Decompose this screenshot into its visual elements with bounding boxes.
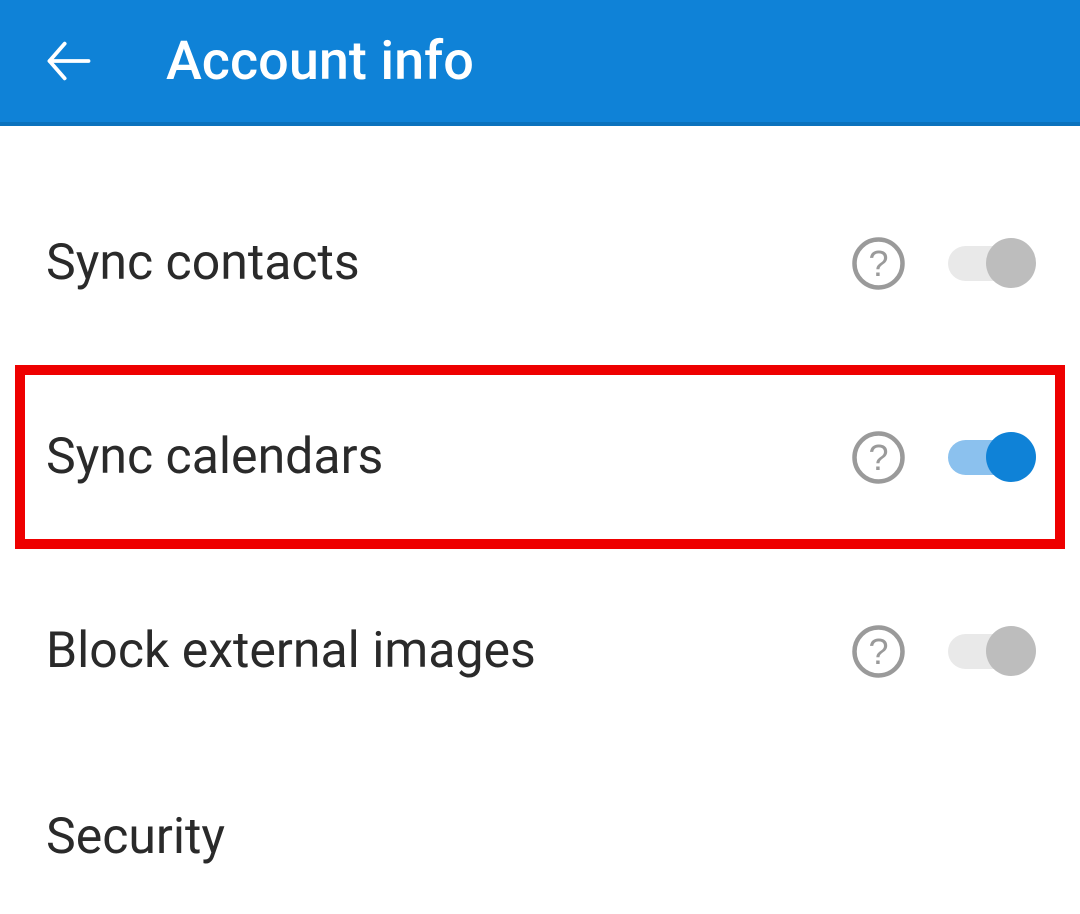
svg-text:?: ? [868,631,888,672]
toggle-knob [986,238,1036,288]
back-button[interactable] [40,32,98,90]
page-title: Account info [166,30,474,93]
setting-label: Sync contacts [46,234,851,292]
settings-list: Sync contacts ? Sync calendars ? Block e… [0,126,1080,914]
section-header-security: Security [0,728,1080,914]
toggle-block-external-images[interactable] [948,625,1036,677]
svg-text:?: ? [868,243,888,284]
help-icon: ? [851,624,906,679]
toggle-knob [986,626,1036,676]
toggle-knob [986,432,1036,482]
section-label: Security [46,808,1036,866]
svg-text:?: ? [868,437,888,478]
app-header: Account info [0,0,1080,126]
setting-row-sync-contacts[interactable]: Sync contacts ? [0,186,1080,340]
arrow-left-icon [43,35,95,87]
setting-row-block-external-images[interactable]: Block external images ? [0,574,1080,728]
setting-label: Sync calendars [46,428,851,486]
setting-row-sync-calendars[interactable]: Sync calendars ? [0,380,1080,534]
help-icon: ? [851,430,906,485]
toggle-sync-calendars[interactable] [948,431,1036,483]
setting-label: Block external images [46,622,851,680]
help-button[interactable]: ? [851,624,906,679]
toggle-sync-contacts[interactable] [948,237,1036,289]
help-icon: ? [851,236,906,291]
help-button[interactable]: ? [851,430,906,485]
help-button[interactable]: ? [851,236,906,291]
